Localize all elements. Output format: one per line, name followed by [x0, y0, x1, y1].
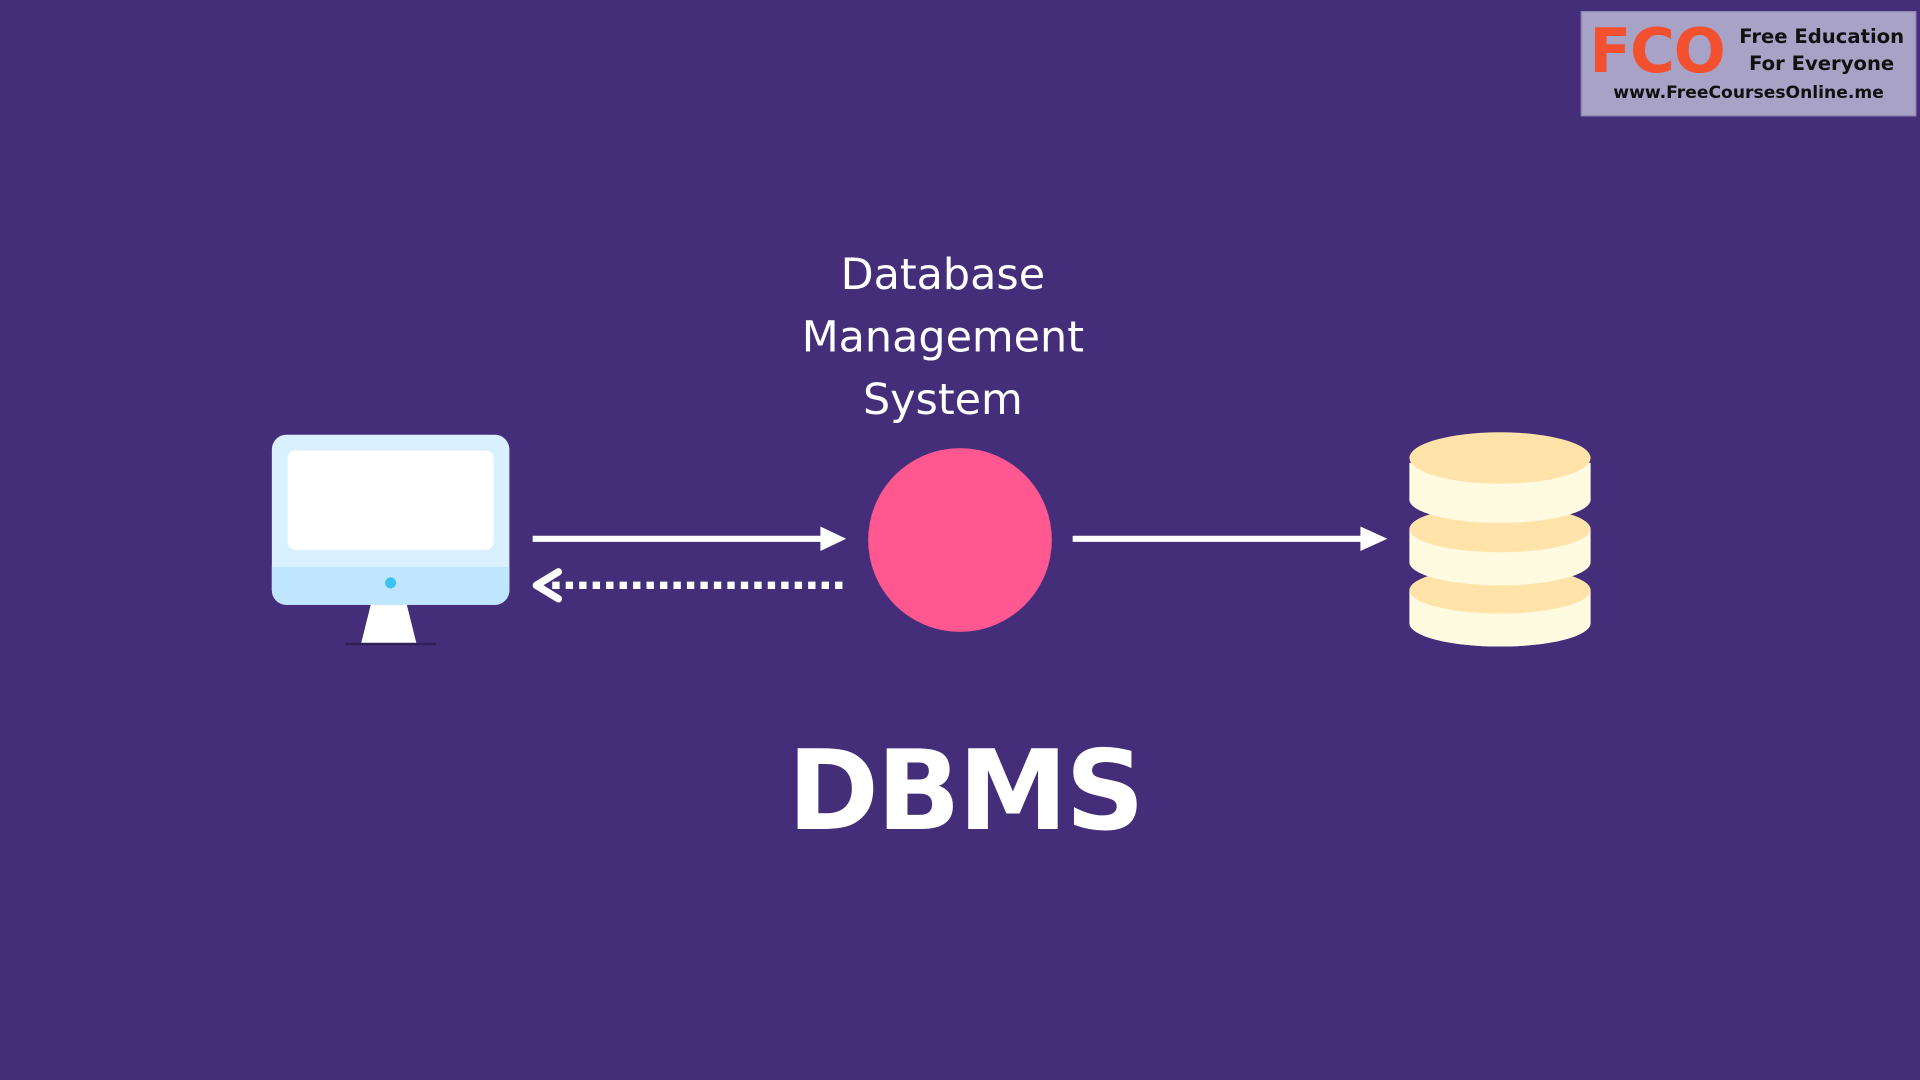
database-stack-icon — [1409, 432, 1591, 647]
arrow-head — [820, 526, 847, 552]
arrow-dbms-to-database — [1072, 526, 1388, 552]
computer-monitor-icon — [271, 434, 510, 646]
monitor-stand — [361, 603, 417, 643]
arrow-dbms-to-computer — [532, 568, 843, 603]
power-led — [385, 577, 397, 589]
slide: FCO Free Education For Everyone www.Free… — [0, 0, 1920, 1080]
disk-top — [1409, 432, 1591, 484]
monitor-screen — [287, 450, 494, 550]
arrow-computer-to-dbms — [532, 526, 847, 552]
arrow-head — [1360, 526, 1388, 552]
database-disk-top — [1409, 432, 1591, 523]
dbms-node — [868, 448, 1052, 632]
flow-diagram — [271, 432, 1591, 647]
diagram-title: DBMS — [787, 727, 1145, 856]
